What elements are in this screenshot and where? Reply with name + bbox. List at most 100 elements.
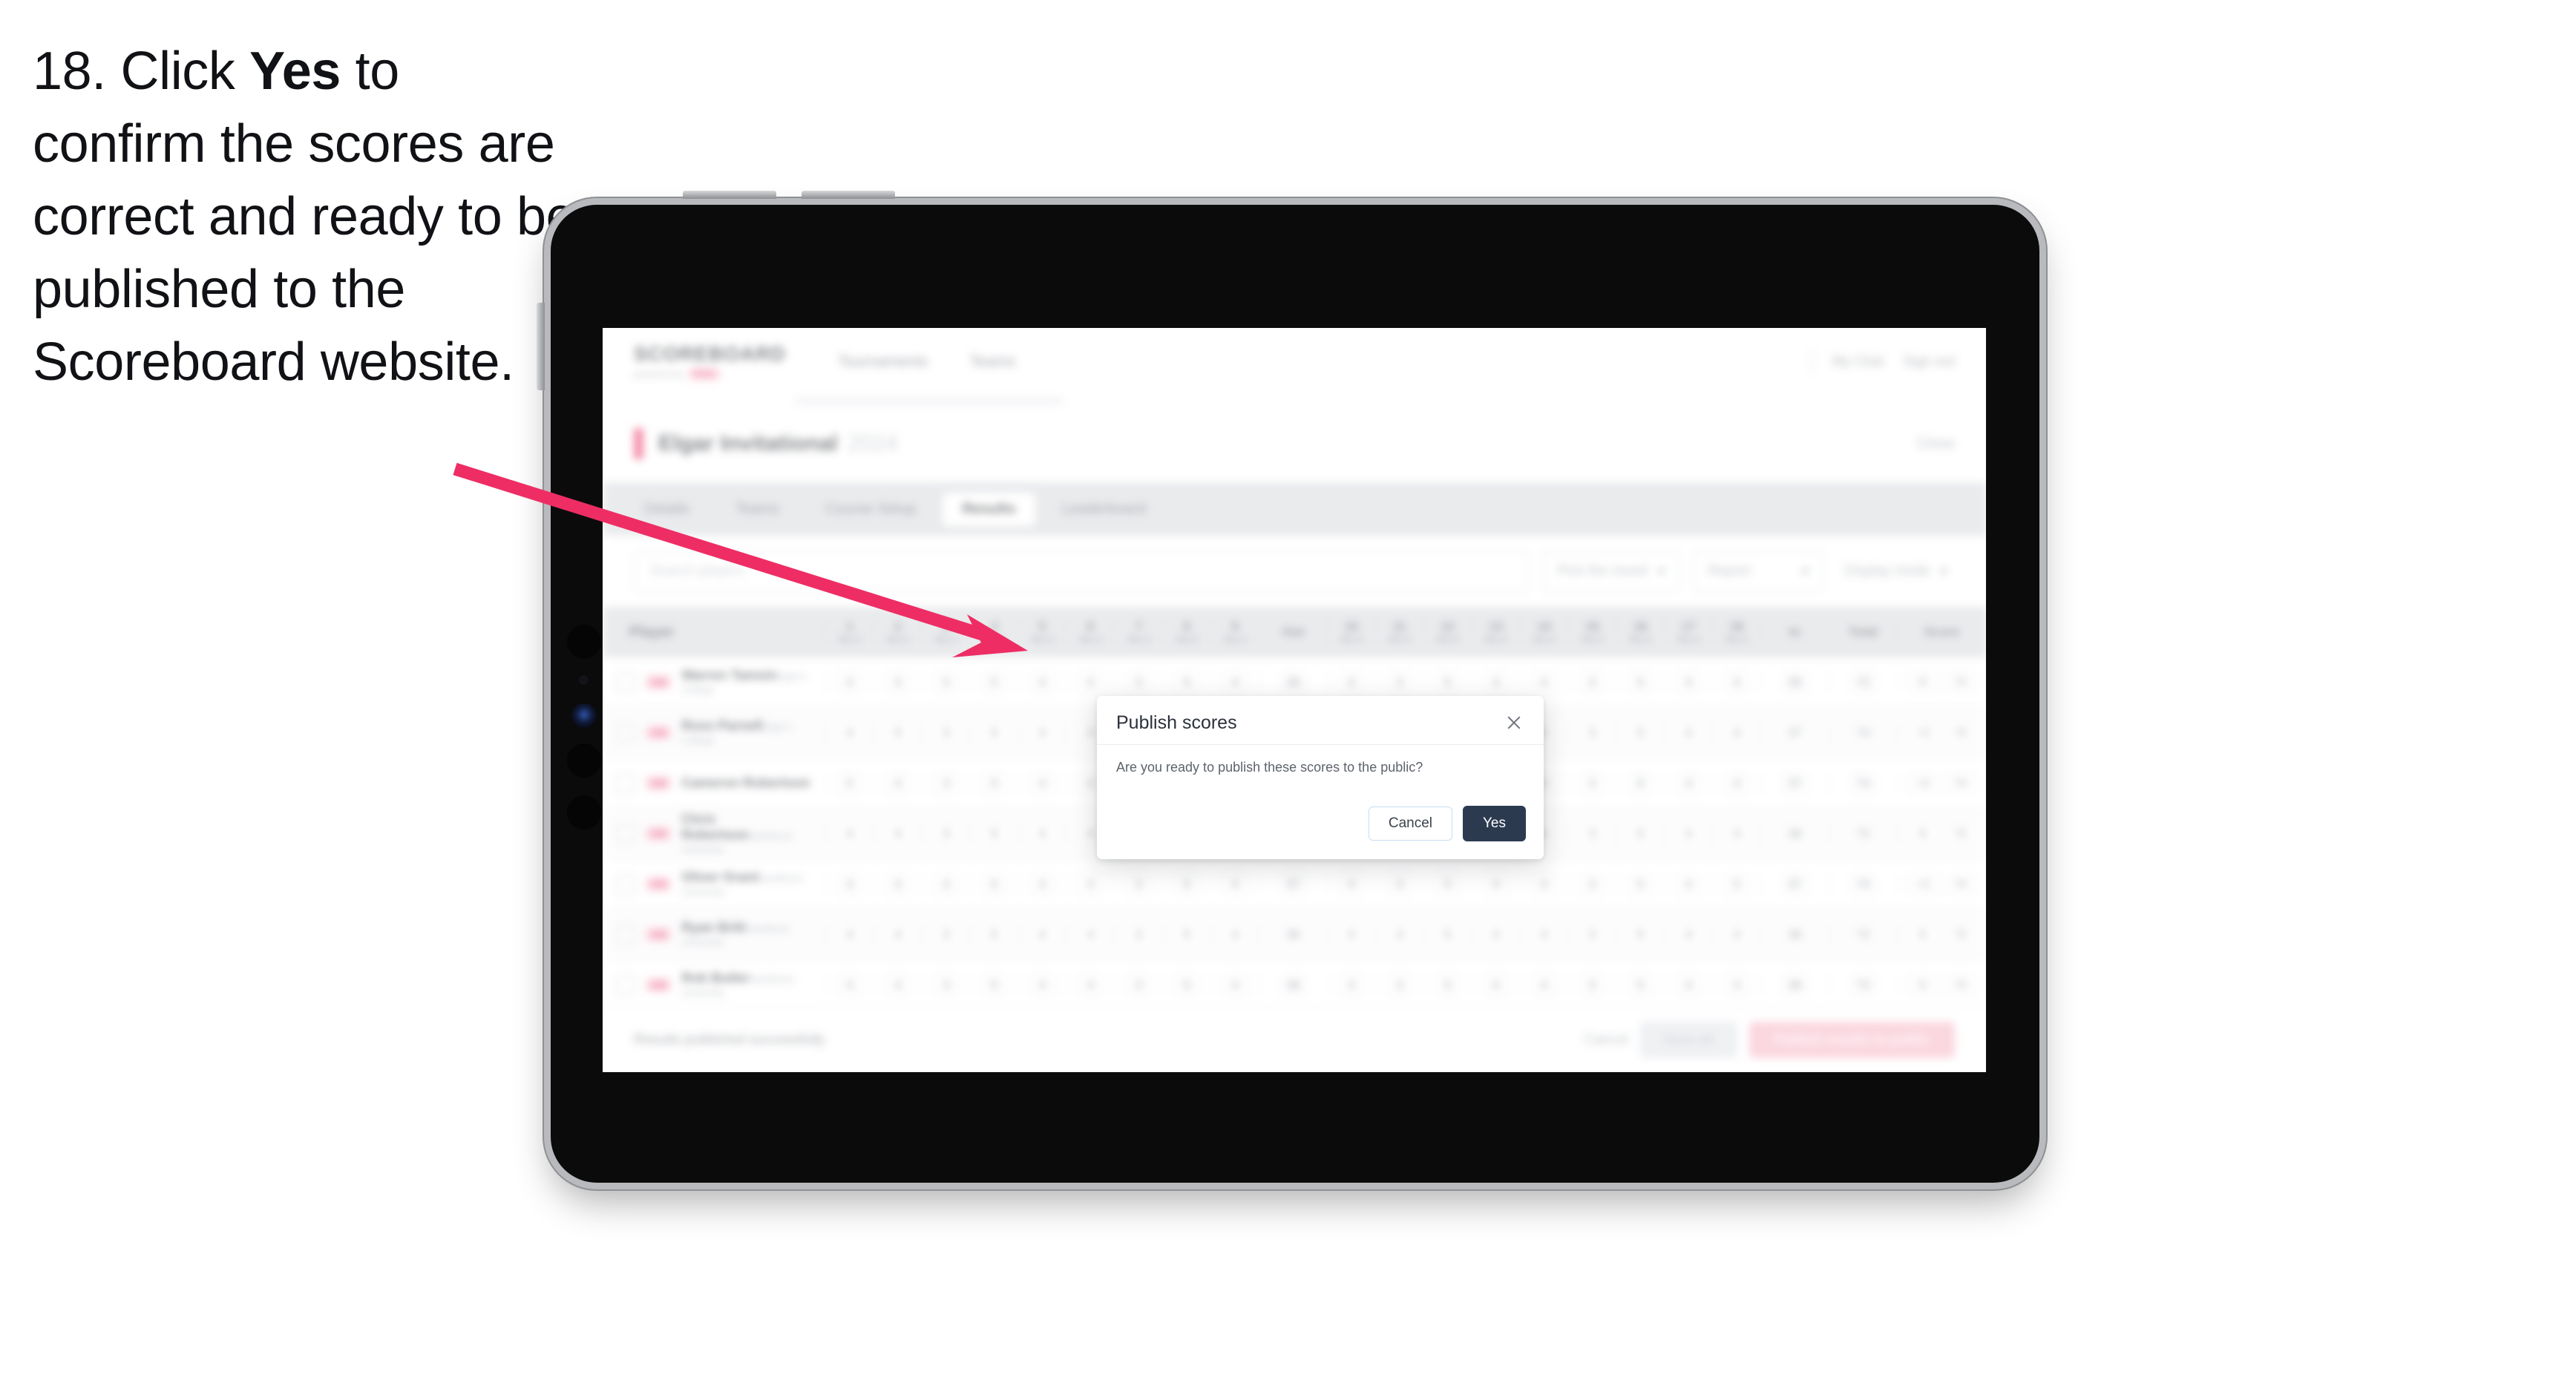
score-cell[interactable]: 3: [1567, 772, 1616, 795]
score-cell[interactable]: 4: [921, 873, 970, 896]
score-cell[interactable]: 3: [1114, 873, 1162, 896]
score-cell[interactable]: 4: [1519, 873, 1568, 896]
publish-results-button[interactable]: Publish results to public: [1749, 1022, 1955, 1058]
tab-leaderboard[interactable]: Leaderboard: [1043, 493, 1165, 526]
score-cell[interactable]: 4: [1471, 973, 1520, 996]
score-cell[interactable]: 5: [873, 721, 922, 744]
score-cell[interactable]: 4: [1471, 671, 1520, 694]
score-cell[interactable]: 5: [1616, 873, 1664, 896]
score-cell[interactable]: 3: [1567, 721, 1616, 744]
score-cell[interactable]: 4: [825, 973, 874, 996]
footer-cancel-link[interactable]: Cancel: [1584, 1032, 1628, 1048]
yes-button[interactable]: Yes: [1463, 806, 1526, 841]
score-cell[interactable]: 5: [1712, 873, 1760, 896]
score-cell[interactable]: 4: [1712, 923, 1760, 946]
score-cell[interactable]: 4: [873, 671, 922, 694]
score-cell[interactable]: 4: [1712, 772, 1760, 795]
row-checkbox[interactable]: [616, 975, 635, 995]
score-cell[interactable]: 4: [1664, 772, 1712, 795]
score-cell[interactable]: 4: [1664, 873, 1712, 896]
close-page-link[interactable]: Close: [1917, 436, 1955, 453]
score-cell[interactable]: 37: [1760, 873, 1829, 896]
score-cell[interactable]: 36: [1760, 973, 1829, 996]
score-cell[interactable]: 5: [969, 822, 1018, 845]
score-cell[interactable]: 4: [1519, 671, 1568, 694]
score-cell[interactable]: 36: [1760, 671, 1829, 694]
tab-teams[interactable]: Teams: [716, 493, 799, 526]
score-cell[interactable]: 4: [1066, 873, 1114, 896]
row-checkbox[interactable]: [616, 924, 635, 945]
cancel-button[interactable]: Cancel: [1368, 807, 1452, 841]
display-mode-select[interactable]: Display mode ▾: [1837, 551, 1955, 592]
table-row[interactable]: AM Ryan BrittSandhurst University 4 4 3 5 4 4 3 5…: [603, 910, 1986, 960]
score-cell[interactable]: 4: [1471, 873, 1520, 896]
round-filter-select[interactable]: Pick the round ▾: [1542, 551, 1680, 592]
table-row[interactable]: AM Oliver GrantSandhurst University 4 4 4 5 4 4…: [603, 859, 1986, 910]
score-cell[interactable]: 4: [1017, 671, 1066, 694]
score-cell[interactable]: 3: [921, 721, 970, 744]
score-cell[interactable]: 37: [1760, 721, 1829, 744]
tab-course-setup[interactable]: Course Setup: [806, 493, 935, 526]
score-cell[interactable]: 4: [1017, 873, 1066, 896]
score-cell[interactable]: 36: [1760, 923, 1829, 946]
score-cell[interactable]: 72: [1829, 973, 1897, 996]
table-row[interactable]: AM Rob ButlerSandhurst University 4 4 3 5 4 4 3 5…: [603, 960, 1986, 1011]
score-cell[interactable]: 5: [1162, 873, 1210, 896]
score-cell[interactable]: 3: [1567, 923, 1616, 946]
row-checkbox[interactable]: [616, 773, 635, 793]
score-cell[interactable]: 4: [873, 822, 922, 845]
score-cell[interactable]: 4: [1327, 923, 1375, 946]
score-cell[interactable]: 3: [921, 973, 970, 996]
score-cell[interactable]: 3: [1114, 671, 1162, 694]
score-cell[interactable]: 3: [921, 923, 970, 946]
score-cell[interactable]: 5: [969, 973, 1018, 996]
score-cell[interactable]: 5: [1162, 923, 1210, 946]
score-cell[interactable]: 4: [1712, 973, 1760, 996]
report-filter-select[interactable]: Report ▾: [1693, 551, 1824, 592]
volume-up-button[interactable]: [683, 191, 776, 199]
score-cell[interactable]: 74: [1829, 873, 1897, 896]
score-cell[interactable]: 5: [825, 772, 874, 795]
score-cell[interactable]: 3: [1567, 671, 1616, 694]
score-cell[interactable]: 36: [1259, 973, 1327, 996]
score-cell[interactable]: 4: [873, 973, 922, 996]
score-cell[interactable]: 36: [1259, 923, 1327, 946]
score-cell[interactable]: 5: [1616, 671, 1664, 694]
score-cell[interactable]: 5: [969, 772, 1018, 795]
row-checkbox[interactable]: [616, 824, 635, 844]
score-cell[interactable]: 4: [1210, 873, 1259, 896]
score-cell[interactable]: 74: [1829, 721, 1897, 744]
account-user-label[interactable]: My Club: [1832, 354, 1884, 370]
score-cell[interactable]: 3: [1374, 873, 1423, 896]
score-cell[interactable]: 4: [1712, 822, 1760, 845]
score-cell[interactable]: 36: [1760, 822, 1829, 845]
score-cell[interactable]: 4: [1066, 671, 1114, 694]
score-cell[interactable]: 5: [969, 671, 1018, 694]
score-cell[interactable]: 4: [1327, 671, 1375, 694]
score-cell[interactable]: 4: [825, 721, 874, 744]
score-cell[interactable]: 4: [1664, 973, 1712, 996]
score-cell[interactable]: 4: [825, 822, 874, 845]
score-cell[interactable]: 3: [1567, 873, 1616, 896]
score-cell[interactable]: 5: [1423, 873, 1472, 896]
score-cell[interactable]: 5: [1616, 923, 1664, 946]
app-logo[interactable]: SCOREBOARD powered by PGA: [634, 344, 786, 380]
score-cell[interactable]: 4: [1210, 973, 1259, 996]
score-cell[interactable]: 3: [1567, 973, 1616, 996]
score-cell[interactable]: 5: [1423, 671, 1472, 694]
score-cell[interactable]: 5: [1423, 923, 1472, 946]
signout-link[interactable]: Sign out: [1903, 354, 1955, 370]
score-cell[interactable]: 4: [1066, 923, 1114, 946]
score-cell[interactable]: 3: [1374, 671, 1423, 694]
search-input[interactable]: Search players: [634, 551, 1530, 592]
score-cell[interactable]: 3: [1374, 923, 1423, 946]
score-cell[interactable]: 5: [1616, 973, 1664, 996]
score-cell[interactable]: 4: [825, 671, 874, 694]
score-cell[interactable]: 4: [1017, 721, 1066, 744]
score-cell[interactable]: 72: [1829, 822, 1897, 845]
score-cell[interactable]: 4: [873, 923, 922, 946]
score-cell[interactable]: 37: [1760, 772, 1829, 795]
score-cell[interactable]: 4: [1519, 923, 1568, 946]
score-cell[interactable]: 3: [921, 822, 970, 845]
score-cell[interactable]: 4: [1017, 923, 1066, 946]
